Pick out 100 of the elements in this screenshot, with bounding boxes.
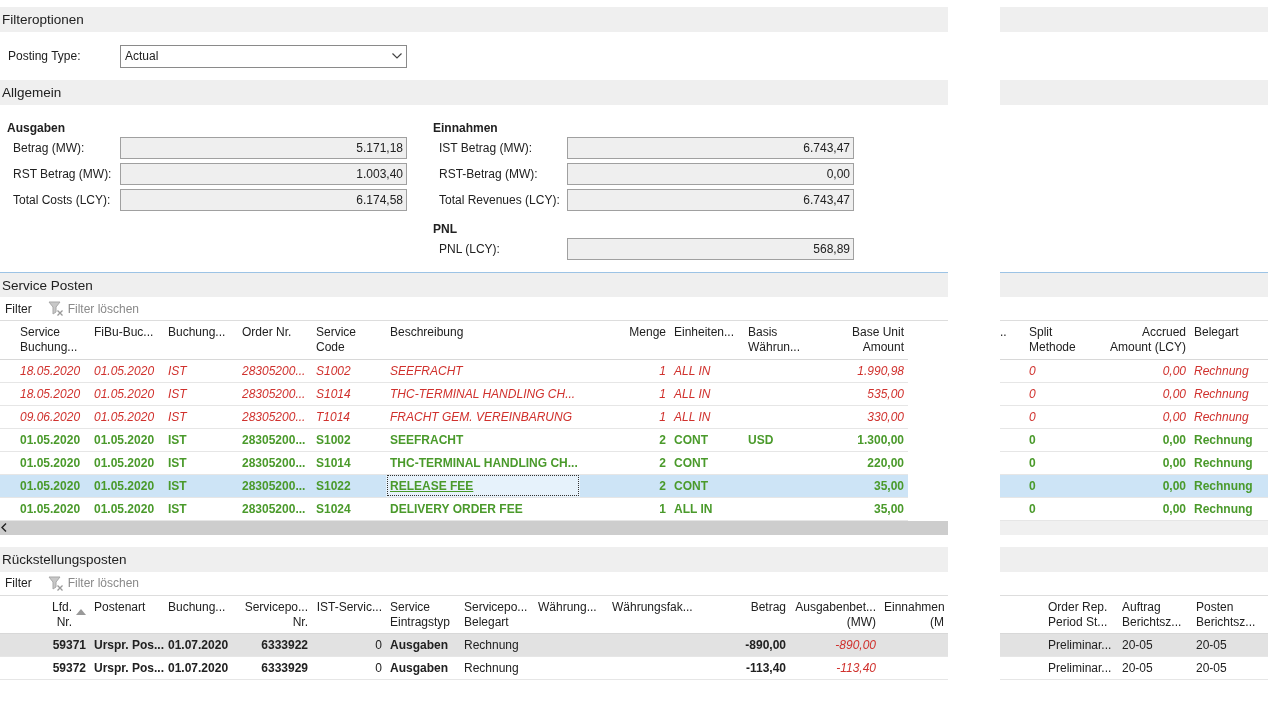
column-header[interactable]: Auftrag Berichtsz...: [1118, 595, 1192, 634]
column-header[interactable]: Accrued Amount (LCY): [1085, 321, 1190, 359]
section-header[interactable]: Allgemein: [0, 80, 948, 105]
column-header[interactable]: Servicepo... Belegart: [460, 595, 534, 634]
table-row[interactable]: 0 0,00 Rechnung: [1000, 359, 1268, 382]
table-row[interactable]: Preliminar... 20-05 20-05: [1000, 633, 1268, 657]
table-cell: 0: [1029, 455, 1036, 470]
column-header[interactable]: Service Code: [312, 321, 386, 359]
column-header[interactable]: Split Methode: [1025, 321, 1085, 359]
column-header[interactable]: Posten Berichtsz...: [1192, 595, 1268, 634]
scroll-left-icon[interactable]: [1, 523, 7, 532]
table-cell: 1.300,00: [857, 432, 904, 447]
section-header[interactable]: Rückstellungsposten: [0, 546, 948, 572]
table-cell: 330,00: [867, 409, 904, 424]
column-header[interactable]: Betrag: [702, 595, 790, 634]
table-cell: 535,00: [867, 386, 904, 401]
clear-filter-icon: [47, 575, 64, 591]
table-row[interactable]: 01.05.2020 01.05.2020 IST 28305200... S1002 SEEFRACHT 2 CONT USD 1.300,00: [0, 428, 908, 451]
table-cell: 0,00: [1162, 386, 1186, 401]
table-cell: 20-05: [1196, 661, 1227, 675]
column-header[interactable]: Basis Währun...: [744, 321, 818, 359]
table-row[interactable]: 59371 Urspr. Pos... 01.07.2020 6333922 0 Ausgaben Rechnung -890,00 -890,00: [0, 633, 948, 657]
table-cell: ALL IN: [674, 409, 711, 424]
column-header[interactable]: Beschreibung: [386, 321, 580, 359]
table-row[interactable]: 09.06.2020 01.05.2020 IST 28305200... T1014 FRACHT GEM. VEREINBARUNG 1 ALL IN 330,00: [0, 405, 908, 428]
table-cell: 0: [375, 638, 382, 652]
table-cell: 09.06.2020: [20, 409, 81, 424]
column-header[interactable]: Postenart: [90, 595, 164, 634]
filter-button[interactable]: Filter: [5, 574, 32, 592]
column-header[interactable]: IST-Servic...: [312, 595, 386, 634]
table-cell: Rechnung: [1194, 363, 1249, 378]
table-cell: Rechnung: [464, 661, 519, 675]
table-row[interactable]: 0 0,00 Rechnung: [1000, 451, 1268, 474]
field-label: Total Costs (LCY):: [13, 192, 112, 209]
table-cell: IST: [168, 478, 187, 493]
table-row[interactable]: 0 0,00 Rechnung: [1000, 382, 1268, 405]
column-header[interactable]: Währung...: [534, 595, 608, 634]
column-header[interactable]: Base Unit Amount: [818, 321, 908, 359]
column-header[interactable]: Einheiten...: [670, 321, 744, 359]
table-cell: 20-05: [1122, 661, 1153, 675]
table-cell: 35,00: [873, 478, 904, 493]
table-cell: 01.05.2020: [94, 478, 155, 493]
column-header[interactable]: Servicepo... Nr.: [238, 595, 312, 634]
column-header[interactable]: Menge: [580, 321, 670, 359]
column-header[interactable]: Order Rep. Period St...: [1044, 595, 1118, 634]
column-header[interactable]: Lfd. Nr.: [16, 595, 90, 634]
table-row[interactable]: 18.05.2020 01.05.2020 IST 28305200... S1014 THC-TERMINAL HANDLING CH... 1 ALL IN 535,00: [0, 382, 908, 405]
table-cell: 28305200...: [242, 478, 306, 493]
field-label: RST Betrag (MW):: [13, 166, 113, 183]
table-cell: IST: [168, 455, 187, 470]
table-row[interactable]: Preliminar... 20-05 20-05: [1000, 656, 1268, 680]
column-header[interactable]: Einnahmen (M: [880, 595, 948, 634]
table-row[interactable]: 01.05.2020 01.05.2020 IST 28305200... S1014 THC-TERMINAL HANDLING CH... 2 CONT 220,00: [0, 451, 908, 474]
group-title: Einnahmen: [433, 120, 499, 135]
table-cell: SEEFRACHT: [390, 432, 464, 447]
table-cell: 01.05.2020: [20, 501, 81, 516]
column-header[interactable]: Buchung...: [164, 321, 238, 359]
column-header[interactable]: Order Nr.: [238, 321, 312, 359]
table-cell: Ausgaben: [390, 638, 448, 652]
table-cell: Rechnung: [1194, 478, 1253, 493]
filter-button[interactable]: Filter: [5, 299, 32, 318]
table-row[interactable]: 0 0,00 Rechnung: [1000, 428, 1268, 451]
column-header[interactable]: Service Eintragstyp: [386, 595, 460, 634]
table-cell: 28305200...: [242, 363, 306, 378]
column-header[interactable]: Ausgabenbet... (MW): [790, 595, 880, 634]
table-cell: 01.05.2020: [94, 501, 155, 516]
column-header[interactable]: Belegart: [1190, 321, 1268, 359]
column-header[interactable]: Buchung...: [164, 595, 238, 634]
column-header[interactable]: FiBu-Buc...: [90, 321, 164, 359]
column-header[interactable]: Service Buchung...: [16, 321, 90, 359]
table-cell: 01.05.2020: [94, 386, 155, 401]
read-only-field: 6.743,47: [567, 137, 854, 159]
table-cell: -113,40: [836, 661, 876, 675]
dropdown[interactable]: Actual: [120, 44, 407, 68]
table-cell: ALL IN: [674, 386, 711, 401]
table-cell: Rechnung: [1194, 455, 1253, 470]
table-cell: DELIVERY ORDER FEE: [390, 501, 523, 516]
table-cell: ALL IN: [674, 501, 713, 516]
table-cell: 01.07.2020: [168, 638, 229, 652]
table-cell: Urspr. Pos...: [94, 638, 165, 652]
table-row[interactable]: 0 0,00 Rechnung: [1000, 497, 1268, 520]
table-cell: 18.05.2020: [20, 363, 81, 378]
table-cell: T1014: [316, 409, 351, 424]
table-cell: 01.05.2020: [94, 455, 155, 470]
field-label: PNL (LCY):: [439, 241, 501, 258]
group-title: Ausgaben: [7, 120, 66, 135]
table-cell: THC-TERMINAL HANDLING CH...: [390, 455, 578, 470]
column-header[interactable]: ..: [1000, 321, 1025, 359]
column-header[interactable]: Währungsfak...: [608, 595, 702, 634]
table-row[interactable]: 0 0,00 Rechnung: [1000, 405, 1268, 428]
table-row[interactable]: 59372 Urspr. Pos... 01.07.2020 6333929 0 Ausgaben Rechnung -113,40 -113,40: [0, 656, 948, 680]
table-row[interactable]: 18.05.2020 01.05.2020 IST 28305200... S1002 SEEFRACHT 1 ALL IN 1.990,98: [0, 359, 908, 382]
table-cell: 18.05.2020: [20, 386, 81, 401]
section-header[interactable]: Service Posten: [0, 272, 948, 297]
table-cell: CONT: [674, 478, 708, 493]
section-header[interactable]: Filteroptionen: [0, 7, 948, 32]
table-row[interactable]: 01.05.2020 01.05.2020 IST 28305200... S1024 DELIVERY ORDER FEE 1 ALL IN 35,00: [0, 497, 908, 520]
table-cell: 01.07.2020: [168, 661, 229, 675]
read-only-field: 1.003,40: [120, 163, 407, 185]
table-cell: 6333922: [261, 638, 308, 652]
